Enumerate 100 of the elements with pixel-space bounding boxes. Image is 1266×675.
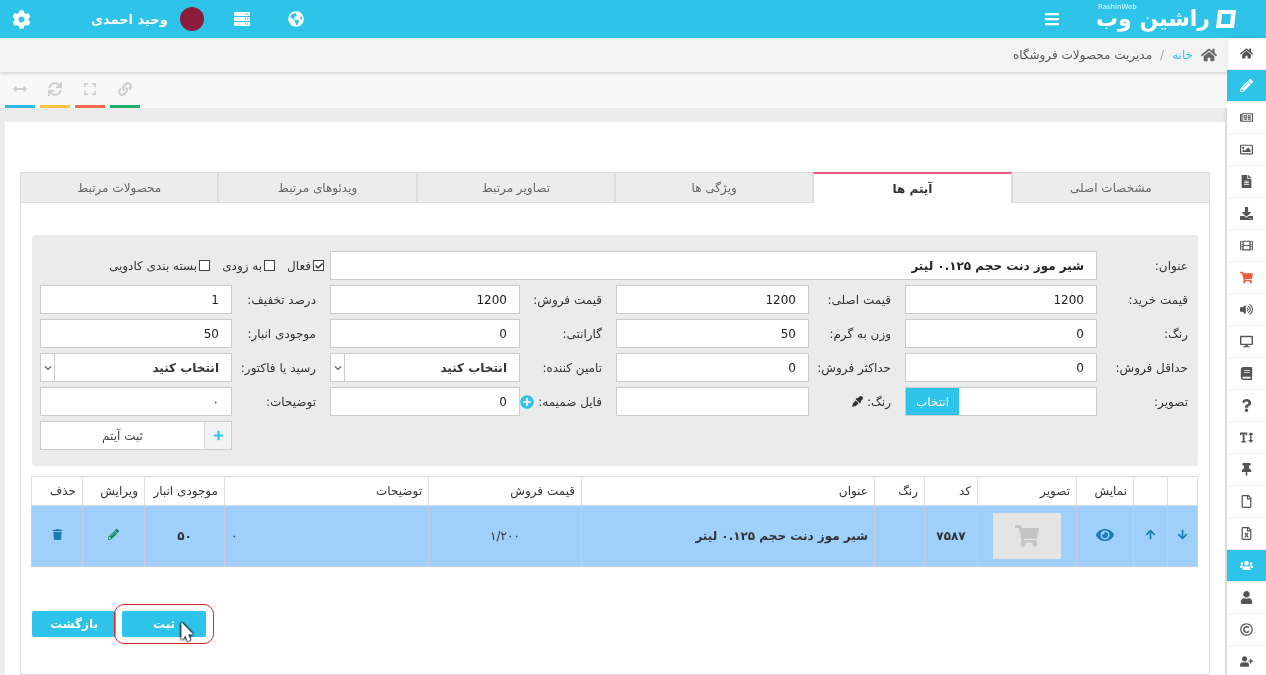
sidebar-item[interactable] xyxy=(1227,518,1266,550)
cart-icon xyxy=(1240,271,1253,284)
delete-icon[interactable] xyxy=(51,529,63,540)
input-field[interactable]: 1200 xyxy=(330,285,520,314)
sidebar-item[interactable] xyxy=(1227,38,1266,70)
field-label: قیمت خرید: xyxy=(1127,292,1189,307)
column-header: تصویر xyxy=(977,476,1077,506)
book-icon xyxy=(1240,367,1253,380)
copyright-icon xyxy=(1240,623,1253,636)
input-field[interactable]: 0 xyxy=(905,353,1097,382)
pin-icon xyxy=(1240,463,1253,476)
edit-icon[interactable] xyxy=(108,529,119,540)
field-label: حداقل فروش: xyxy=(1114,360,1189,375)
sidebar-item[interactable] xyxy=(1227,134,1266,166)
newspaper-icon xyxy=(1240,111,1253,124)
sidebar-item[interactable] xyxy=(1227,198,1266,230)
column-header: نمایش xyxy=(1076,476,1134,506)
input-field[interactable]: 0 xyxy=(330,387,520,416)
text-height-icon xyxy=(1240,431,1253,444)
field-label: رسید یا فاکتور: xyxy=(239,360,317,375)
field-label: رنگ: xyxy=(867,394,891,409)
check-icon xyxy=(314,261,323,270)
input-field[interactable]: 1200 xyxy=(616,285,809,314)
table-cell: ۵۰ xyxy=(177,529,192,543)
sidebar-item[interactable] xyxy=(1227,582,1266,614)
sidebar-item[interactable] xyxy=(1227,390,1266,422)
sidebar-item[interactable] xyxy=(1227,358,1266,390)
column-header: موجودی انبار xyxy=(144,476,225,506)
field-label: تامین کننده: xyxy=(541,360,603,375)
column-header: ویرایش xyxy=(82,476,145,506)
link-icon xyxy=(118,81,132,96)
sidebar-item[interactable] xyxy=(1227,326,1266,358)
tab[interactable]: مشخصات اصلی xyxy=(1011,172,1210,203)
column-header: رنگ xyxy=(874,476,925,506)
eyedropper-icon[interactable] xyxy=(852,396,864,407)
expand-icon xyxy=(83,81,97,96)
field-label: موجودی انبار: xyxy=(246,326,317,341)
tab[interactable]: ویژگی ها xyxy=(615,172,814,203)
field-label: قیمت اصلی: xyxy=(826,292,892,307)
image-placeholder xyxy=(993,513,1061,559)
input-field[interactable]: ۰ xyxy=(40,387,232,416)
plus-icon xyxy=(212,430,224,441)
select-field[interactable]: انتخاب کنید xyxy=(40,353,232,382)
column-header: حذف xyxy=(31,476,83,506)
sidebar-item[interactable] xyxy=(1227,646,1266,675)
question-icon xyxy=(1240,399,1253,412)
tab[interactable]: ویدئوهای مرتبط xyxy=(218,172,417,203)
table-cell: ۷۵۸۷ xyxy=(936,529,966,543)
input-field[interactable]: 1200 xyxy=(905,285,1097,314)
input-field[interactable]: 0 xyxy=(616,353,809,382)
input-field[interactable]: 50 xyxy=(40,319,232,348)
refresh-icon xyxy=(48,81,62,96)
field-label: گارانتی: xyxy=(561,326,603,341)
pencil-icon xyxy=(1240,79,1253,92)
input-field[interactable] xyxy=(616,387,809,416)
sidebar-item[interactable] xyxy=(1227,102,1266,134)
sidebar-item[interactable] xyxy=(1227,454,1266,486)
field-label: قیمت فروش: xyxy=(532,292,603,307)
avatar[interactable] xyxy=(179,7,204,31)
download-icon xyxy=(1240,207,1253,220)
input-field[interactable]: 1 xyxy=(40,285,232,314)
tab[interactable]: آیتم ها xyxy=(813,172,1012,203)
sidebar-item[interactable] xyxy=(1227,230,1266,262)
sidebar-item[interactable] xyxy=(1227,166,1266,198)
title-field[interactable]: شیر موز دنت حجم ۰.۱۲۵ لیتر xyxy=(330,251,1097,280)
move-down-icon[interactable] xyxy=(1177,529,1188,540)
input-field[interactable]: 50 xyxy=(616,319,809,348)
sidebar-item[interactable] xyxy=(1227,294,1266,326)
checkbox-option[interactable]: فعال xyxy=(287,258,324,273)
field-label: درصد تخفیف: xyxy=(246,292,317,307)
checkbox-option[interactable]: بسته بندی کادویی xyxy=(108,258,211,273)
home-icon xyxy=(1240,47,1253,60)
users-icon xyxy=(1240,559,1253,572)
field-label: رنگ: xyxy=(1163,326,1189,341)
input-field[interactable]: 0 xyxy=(330,319,520,348)
sidebar-item[interactable] xyxy=(1227,262,1266,294)
column-header: توضیحات xyxy=(224,476,429,506)
checkbox-option[interactable]: به زودی xyxy=(222,258,276,273)
field-label: فایل ضمیمه: xyxy=(538,394,602,409)
film-icon xyxy=(1240,239,1253,252)
monitor-icon xyxy=(1240,335,1253,348)
input-field[interactable]: 0 xyxy=(905,319,1097,348)
file-icon xyxy=(1240,495,1253,508)
home-icon[interactable] xyxy=(1201,47,1217,63)
column-header: قیمت فروش xyxy=(428,476,582,506)
field-label: وزن به گرم: xyxy=(828,326,892,341)
tab[interactable]: محصولات مرتبط xyxy=(20,172,219,203)
document-icon xyxy=(1240,175,1253,188)
add-item-button[interactable]: ثبت آیتم xyxy=(40,421,232,450)
sidebar-item[interactable] xyxy=(1227,614,1266,646)
tab[interactable]: تصاویر مرتبط xyxy=(416,172,615,203)
select-field[interactable]: انتخاب کنید xyxy=(330,353,520,382)
chevron-icon xyxy=(333,363,342,372)
column-header: عنوان xyxy=(581,476,875,506)
sidebar-item[interactable] xyxy=(1227,486,1266,518)
sidebar-item[interactable] xyxy=(1227,422,1266,454)
move-up-icon[interactable] xyxy=(1145,529,1156,540)
field-label: عنوان: xyxy=(1153,258,1189,273)
column-header: کد xyxy=(924,476,978,506)
speaker-icon xyxy=(1240,303,1253,316)
